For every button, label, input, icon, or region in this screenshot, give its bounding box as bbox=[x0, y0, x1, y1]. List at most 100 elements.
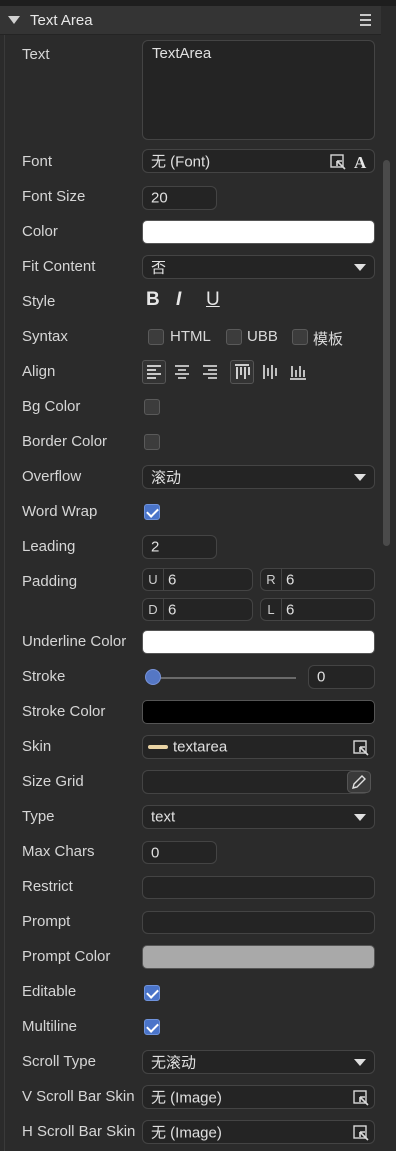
fit-content-value: 否 bbox=[151, 259, 167, 277]
syntax-label: Syntax bbox=[22, 328, 68, 345]
panel-left-border bbox=[4, 34, 5, 1151]
stroke-color-label: Stroke Color bbox=[22, 703, 106, 720]
prompt-color-swatch[interactable] bbox=[142, 945, 375, 969]
overflow-select[interactable]: 滚动 bbox=[142, 465, 375, 489]
restrict-label: Restrict bbox=[22, 878, 73, 895]
word-wrap-label: Word Wrap bbox=[22, 503, 98, 520]
stroke-color-swatch[interactable] bbox=[142, 700, 375, 724]
align-right-button[interactable] bbox=[198, 360, 222, 384]
valign-top-icon bbox=[235, 364, 250, 379]
padding-bottom-value: 6 bbox=[168, 601, 177, 618]
scroll-type-value: 无滚动 bbox=[151, 1054, 197, 1072]
h-scroll-bar-skin-label: H Scroll Bar Skin bbox=[22, 1123, 136, 1140]
editable-checkbox[interactable] bbox=[144, 985, 160, 1001]
underline-button[interactable]: U bbox=[206, 289, 220, 311]
bg-color-checkbox[interactable] bbox=[144, 399, 160, 415]
text-textarea[interactable]: TextArea bbox=[142, 40, 375, 140]
syntax-ubb-checkbox[interactable] bbox=[226, 329, 242, 345]
syntax-template-checkbox[interactable] bbox=[292, 329, 308, 345]
align-left-icon bbox=[147, 365, 161, 379]
italic-button[interactable]: I bbox=[176, 289, 181, 311]
word-wrap-checkbox[interactable] bbox=[144, 504, 160, 520]
restrict-input[interactable] bbox=[142, 876, 375, 899]
text-area-panel-header[interactable]: Text Area bbox=[0, 6, 381, 35]
color-label: Color bbox=[22, 223, 58, 240]
font-label: Font bbox=[22, 153, 53, 170]
align-center-button[interactable] bbox=[170, 360, 194, 384]
stroke-slider-thumb[interactable] bbox=[145, 669, 161, 685]
multiline-label: Multiline bbox=[22, 1018, 78, 1035]
overflow-label: Overflow bbox=[22, 468, 82, 485]
stroke-value: 0 bbox=[317, 668, 326, 686]
type-value: text bbox=[151, 808, 176, 826]
max-chars-input[interactable]: 0 bbox=[142, 841, 217, 864]
bold-button[interactable]: B bbox=[146, 289, 160, 311]
select-arrow-icon[interactable] bbox=[330, 154, 346, 170]
prompt-color-label: Prompt Color bbox=[22, 948, 111, 965]
type-select[interactable]: text bbox=[142, 805, 375, 829]
hamburger-icon[interactable] bbox=[360, 14, 371, 29]
select-arrow-icon[interactable] bbox=[353, 1090, 369, 1106]
padding-left-tag: L bbox=[261, 599, 282, 620]
type-label: Type bbox=[22, 808, 55, 825]
padding-right-value: 6 bbox=[286, 571, 295, 588]
stroke-label: Stroke bbox=[22, 668, 66, 685]
stroke-slider-track[interactable] bbox=[152, 677, 296, 679]
font-field[interactable]: 无 (Font) A bbox=[142, 149, 375, 173]
padding-top-value: 6 bbox=[168, 571, 177, 588]
skin-field[interactable]: textarea bbox=[142, 735, 375, 759]
scrollbar-thumb[interactable] bbox=[383, 160, 390, 546]
valign-top-button[interactable] bbox=[230, 360, 254, 384]
valign-bottom-icon bbox=[290, 366, 306, 380]
padding-top-input[interactable]: U 6 bbox=[142, 568, 253, 591]
chevron-down-icon bbox=[354, 814, 366, 821]
select-arrow-icon[interactable] bbox=[353, 740, 369, 756]
padding-top-tag: U bbox=[143, 569, 164, 590]
select-arrow-icon[interactable] bbox=[353, 1125, 369, 1141]
padding-bottom-input[interactable]: D 6 bbox=[142, 598, 253, 621]
prompt-input[interactable] bbox=[142, 911, 375, 934]
skin-value: textarea bbox=[173, 738, 228, 756]
syntax-html-checkbox[interactable] bbox=[148, 329, 164, 345]
overflow-value: 滚动 bbox=[151, 469, 182, 487]
font-a-icon[interactable]: A bbox=[353, 153, 369, 170]
font-size-input[interactable]: 20 bbox=[142, 186, 217, 210]
padding-right-input[interactable]: R 6 bbox=[260, 568, 375, 591]
underline-color-swatch[interactable] bbox=[142, 630, 375, 654]
panel-title: Text Area bbox=[30, 12, 93, 29]
padding-left-input[interactable]: L 6 bbox=[260, 598, 375, 621]
color-swatch[interactable] bbox=[142, 220, 375, 244]
collapse-caret-icon[interactable] bbox=[8, 16, 20, 24]
multiline-checkbox[interactable] bbox=[144, 1019, 160, 1035]
leading-input[interactable]: 2 bbox=[142, 535, 217, 559]
leading-label: Leading bbox=[22, 538, 76, 555]
stroke-input[interactable]: 0 bbox=[308, 665, 375, 689]
style-label: Style bbox=[22, 293, 56, 310]
v-scroll-bar-skin-field[interactable]: 无 (Image) bbox=[142, 1085, 375, 1109]
underline-color-label: Underline Color bbox=[22, 633, 127, 650]
h-scroll-bar-skin-field[interactable]: 无 (Image) bbox=[142, 1120, 375, 1144]
border-color-checkbox[interactable] bbox=[144, 434, 160, 450]
align-right-icon bbox=[203, 365, 217, 379]
valign-bottom-button[interactable] bbox=[286, 360, 310, 384]
fit-content-select[interactable]: 否 bbox=[142, 255, 375, 279]
pencil-icon[interactable] bbox=[347, 771, 371, 793]
padding-left-value: 6 bbox=[286, 601, 295, 618]
valign-middle-button[interactable] bbox=[258, 360, 282, 384]
editable-label: Editable bbox=[22, 983, 77, 1000]
align-label: Align bbox=[22, 363, 56, 380]
align-center-icon bbox=[175, 365, 189, 379]
font-size-value: 20 bbox=[151, 189, 168, 207]
max-chars-value: 0 bbox=[151, 844, 160, 861]
scroll-type-select[interactable]: 无滚动 bbox=[142, 1050, 375, 1074]
border-color-label: Border Color bbox=[22, 433, 108, 450]
syntax-ubb-label: UBB bbox=[247, 328, 278, 345]
chevron-down-icon bbox=[354, 474, 366, 481]
v-scroll-bar-skin-value: 无 (Image) bbox=[151, 1089, 222, 1107]
text-label: Text bbox=[22, 46, 50, 63]
bg-color-label: Bg Color bbox=[22, 398, 81, 415]
size-grid-input[interactable] bbox=[142, 770, 369, 794]
align-left-button[interactable] bbox=[142, 360, 166, 384]
syntax-html-label: HTML bbox=[170, 328, 211, 345]
size-grid-label: Size Grid bbox=[22, 773, 84, 790]
